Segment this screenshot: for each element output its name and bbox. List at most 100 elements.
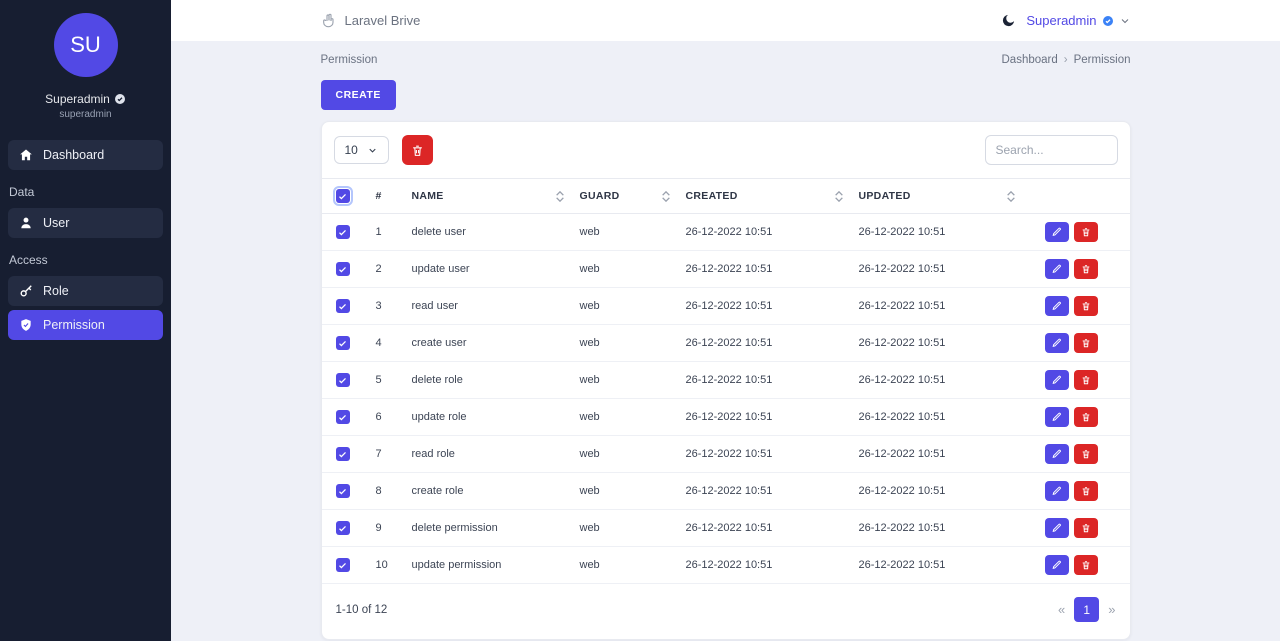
edit-button[interactable] xyxy=(1044,407,1069,427)
pencil-icon xyxy=(1052,560,1062,570)
row-checkbox[interactable] xyxy=(335,410,350,424)
edit-button[interactable] xyxy=(1044,296,1069,316)
row-num: 6 xyxy=(367,398,404,436)
edit-button[interactable] xyxy=(1044,370,1069,390)
table-row: 1 delete user web 26-12-2022 10:51 26-12… xyxy=(321,213,1130,251)
delete-button[interactable] xyxy=(1073,259,1098,279)
row-num: 2 xyxy=(367,250,404,288)
row-checkbox[interactable] xyxy=(335,521,350,535)
permission-table: # NAME GUARD CREATED UPDATED 1 delete us… xyxy=(321,178,1130,584)
breadcrumb-current: Permission xyxy=(1073,54,1131,66)
page-1-button[interactable]: 1 xyxy=(1074,597,1100,622)
pagination: « 1 » xyxy=(1058,597,1116,622)
row-num: 1 xyxy=(367,213,404,251)
delete-button[interactable] xyxy=(1073,222,1098,242)
permission-table-card: 10 Search... # NAME GUARD CREATED UPDATE… xyxy=(320,121,1131,640)
row-num: 3 xyxy=(367,287,404,325)
row-created: 26-12-2022 10:51 xyxy=(677,546,851,584)
row-guard: web xyxy=(571,472,678,510)
chevron-down-icon xyxy=(367,145,378,156)
table-row: 9 delete permission web 26-12-2022 10:51… xyxy=(321,509,1130,547)
bulk-delete-button[interactable] xyxy=(401,135,433,165)
breadcrumb: Dashboard › Permission xyxy=(1002,54,1131,66)
delete-button[interactable] xyxy=(1073,407,1098,427)
edit-button[interactable] xyxy=(1044,444,1069,464)
edit-button[interactable] xyxy=(1044,555,1069,575)
user-menu-name: Superadmin xyxy=(1026,13,1097,28)
row-checkbox[interactable] xyxy=(335,373,350,387)
delete-button[interactable] xyxy=(1073,518,1098,538)
user-menu[interactable]: Superadmin xyxy=(1026,13,1130,28)
row-guard: web xyxy=(571,213,678,251)
search-input[interactable] xyxy=(984,135,1118,165)
row-created: 26-12-2022 10:51 xyxy=(677,398,851,436)
column-header-name[interactable]: NAME xyxy=(403,178,572,214)
row-created: 26-12-2022 10:51 xyxy=(677,250,851,288)
sort-icon[interactable] xyxy=(1006,190,1015,202)
row-num: 9 xyxy=(367,509,404,547)
user-icon xyxy=(19,216,33,230)
column-header-guard[interactable]: GUARD xyxy=(571,178,678,214)
delete-button[interactable] xyxy=(1073,555,1098,575)
pencil-icon xyxy=(1052,449,1062,459)
logo-icon xyxy=(321,13,337,29)
sidebar-item-label: Role xyxy=(43,284,69,298)
row-created: 26-12-2022 10:51 xyxy=(677,324,851,362)
pencil-icon xyxy=(1052,338,1062,348)
pencil-icon xyxy=(1052,227,1062,237)
column-header-updated[interactable]: UPDATED xyxy=(850,178,1023,214)
row-guard: web xyxy=(571,324,678,362)
sidebar-item-dashboard[interactable]: Dashboard xyxy=(8,140,163,170)
row-name: read role xyxy=(403,435,572,473)
avatar: SU xyxy=(53,13,118,77)
row-updated: 26-12-2022 10:51 xyxy=(850,509,1023,547)
prev-page-button[interactable]: « xyxy=(1058,602,1065,617)
chevron-down-icon xyxy=(1119,15,1131,27)
table-row: 6 update role web 26-12-2022 10:51 26-12… xyxy=(321,398,1130,436)
row-guard: web xyxy=(571,361,678,399)
row-num: 8 xyxy=(367,472,404,510)
pencil-icon xyxy=(1052,375,1062,385)
pencil-icon xyxy=(1052,486,1062,496)
row-checkbox[interactable] xyxy=(335,558,350,572)
breadcrumb-dashboard[interactable]: Dashboard xyxy=(1002,54,1058,66)
sort-icon[interactable] xyxy=(555,190,564,202)
edit-button[interactable] xyxy=(1044,259,1069,279)
sort-icon[interactable] xyxy=(661,190,670,202)
create-button[interactable]: CREATE xyxy=(320,80,396,110)
row-checkbox[interactable] xyxy=(335,447,350,461)
sidebar-item-user[interactable]: User xyxy=(8,208,163,238)
next-page-button[interactable]: » xyxy=(1108,602,1115,617)
verified-icon xyxy=(114,93,126,105)
row-updated: 26-12-2022 10:51 xyxy=(850,361,1023,399)
dark-mode-toggle[interactable] xyxy=(1001,13,1016,28)
sidebar-item-permission[interactable]: Permission xyxy=(8,310,163,340)
delete-button[interactable] xyxy=(1073,333,1098,353)
delete-button[interactable] xyxy=(1073,481,1098,501)
table-header-row: # NAME GUARD CREATED UPDATED xyxy=(321,178,1130,214)
delete-button[interactable] xyxy=(1073,296,1098,316)
row-checkbox[interactable] xyxy=(335,336,350,350)
row-checkbox[interactable] xyxy=(335,299,350,313)
edit-button[interactable] xyxy=(1044,333,1069,353)
row-checkbox[interactable] xyxy=(335,484,350,498)
sort-icon[interactable] xyxy=(834,190,843,202)
table-row: 7 read role web 26-12-2022 10:51 26-12-2… xyxy=(321,435,1130,473)
sidebar-item-label: Permission xyxy=(43,318,105,332)
column-header-created[interactable]: CREATED xyxy=(677,178,851,214)
topbar: Laravel Brive Superadmin xyxy=(171,0,1280,41)
edit-button[interactable] xyxy=(1044,481,1069,501)
row-updated: 26-12-2022 10:51 xyxy=(850,435,1023,473)
select-all-checkbox[interactable] xyxy=(332,186,353,206)
edit-button[interactable] xyxy=(1044,518,1069,538)
row-checkbox[interactable] xyxy=(335,225,350,239)
row-checkbox[interactable] xyxy=(335,262,350,276)
delete-button[interactable] xyxy=(1073,370,1098,390)
page-size-select[interactable]: 10 xyxy=(333,136,389,164)
row-guard: web xyxy=(571,435,678,473)
sidebar-item-role[interactable]: Role xyxy=(8,276,163,306)
edit-button[interactable] xyxy=(1044,222,1069,242)
row-updated: 26-12-2022 10:51 xyxy=(850,398,1023,436)
column-header-actions xyxy=(1022,178,1130,214)
delete-button[interactable] xyxy=(1073,444,1098,464)
